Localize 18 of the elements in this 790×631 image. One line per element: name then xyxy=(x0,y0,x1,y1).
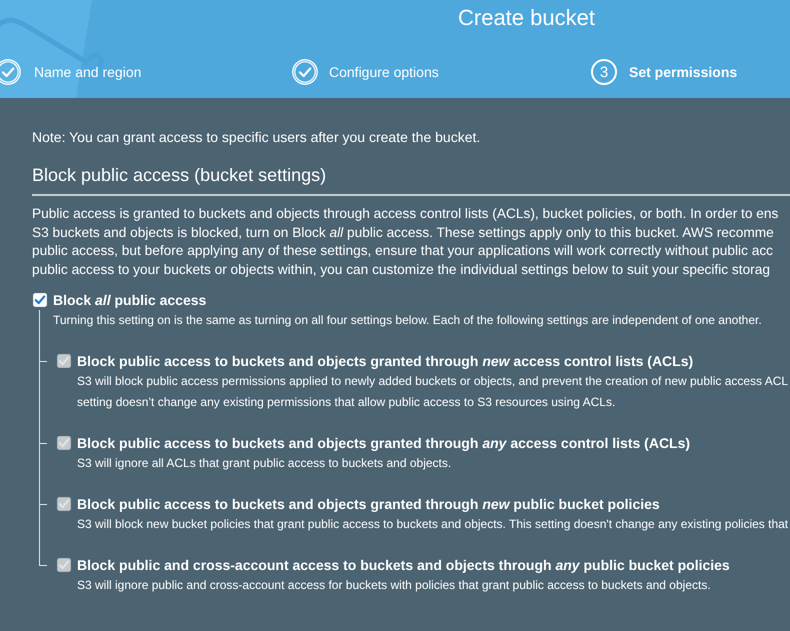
step-number: 3 xyxy=(591,59,617,85)
section-heading: Block public access (bucket settings) xyxy=(32,164,328,187)
checkbox-label: Block public and cross-account access to buckets and objects through any public bucket policies xyxy=(77,556,730,575)
step-label: Set permissions xyxy=(629,63,738,81)
step-label: Configure options xyxy=(329,63,439,81)
setting-description: S3 will block public access permissions applied to newly added buckets or objects, and prevent the creation of new public access ACL setting doesn’t change any existing permissions that allow public access to S3 resources using ACLs. xyxy=(76,373,790,411)
setting-description: Turning this setting on is the same as turning on all four settings below. Each of the following settings are independent of one another. xyxy=(53,313,762,327)
note-text: Note: You can grant access to specific users after you create the bucket. xyxy=(32,128,482,146)
setting-description: S3 will ignore all ACLs that grant public access to buckets and objects. xyxy=(76,455,452,472)
setting-description: S3 will ignore public and cross-account access for buckets with policies that grant public access to buckets and objects. xyxy=(76,577,712,594)
checkbox-label: Block public access to buckets and objects granted through any access control lists (ACLs) xyxy=(77,434,690,453)
setting-description: S3 will block new bucket policies that grant public access to buckets and objects. This setting doesn't change any existing policies that xyxy=(76,516,790,533)
step-label: Name and region xyxy=(34,63,142,81)
checkbox-label: Block public access to buckets and objects granted through new public bucket policies xyxy=(77,495,660,514)
checkbox-label: Block public access to buckets and objects granted through new access control lists (ACLs) xyxy=(77,352,694,371)
page-title: Create bucket xyxy=(458,4,595,32)
intro-paragraph: Public access is granted to buckets and objects through access control lists (ACLs), bucket policies, or both. In order to ens S3 buckets and objects is blocked, turn on Block all public access. These settings apply only to this bucket. AWS recomme public access, but before applying any of these settings, ensure that your applications will work correctly without public acc public access to your buckets or objects within, you can customize the individual settings below to suit your specific storag xyxy=(32,205,780,279)
checkbox-label: Block all public access xyxy=(53,291,206,310)
